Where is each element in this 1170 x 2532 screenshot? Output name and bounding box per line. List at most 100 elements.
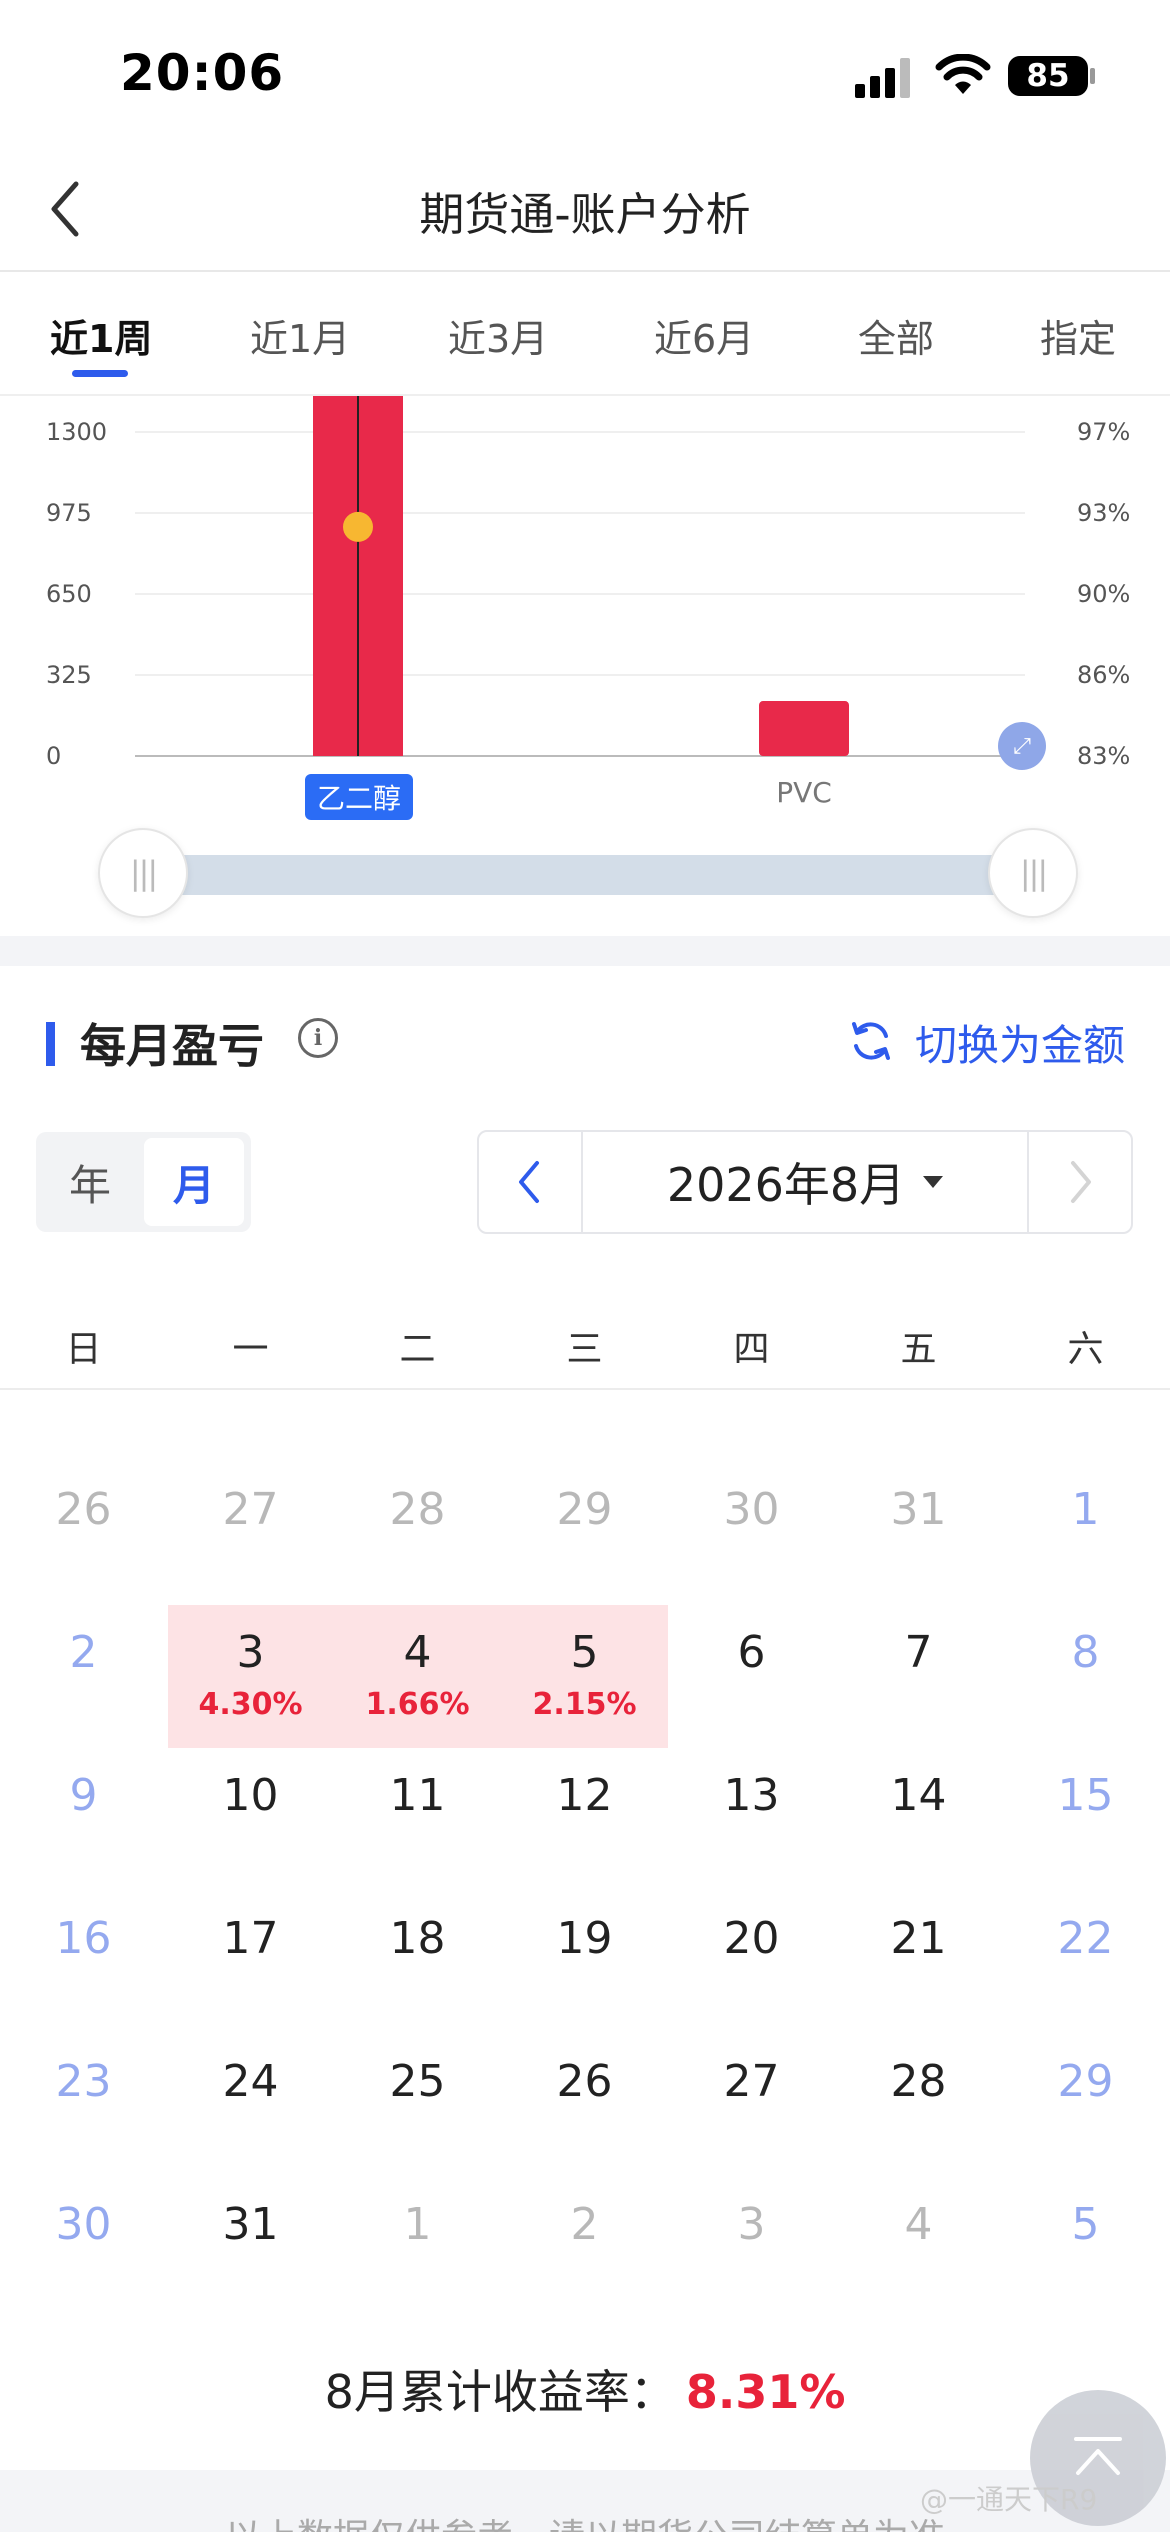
tab-1-week[interactable]: 近1周 [50,308,152,363]
y-axis-right-tick: 90% [1077,580,1130,608]
calendar-day[interactable]: 11 [334,1726,501,1869]
calendar-day[interactable]: 5 [1002,2155,1169,2298]
calendar-day[interactable]: 28 [334,1440,501,1583]
calendar-day[interactable]: 3 4.30% [167,1583,334,1726]
calendar-day[interactable]: 2 [501,2155,668,2298]
product-chart: 1300 97% 975 93% 650 90% 325 86% 0 83% 乙二醇 PVC ⤢ … [0,396,1170,936]
calendar-day[interactable]: 18 [334,1869,501,2012]
toggle-month[interactable]: 月 [144,1138,244,1226]
calendar-day[interactable]: 27 [167,1440,334,1583]
day-return: 1.66% [365,1687,470,1722]
day-number: 27 [222,1484,279,1535]
y-axis-left-tick: 325 [46,661,92,689]
calendar-day[interactable]: 10 [167,1726,334,1869]
category-label-selected[interactable]: 乙二醇 [305,774,413,820]
calendar-day[interactable]: 31 [835,1440,1002,1583]
tab-3-months[interactable]: 近3月 [448,308,548,363]
info-icon[interactable]: i [298,1018,338,1058]
toggle-year[interactable]: 年 [36,1132,144,1232]
day-number: 7 [904,1627,933,1678]
calendar-day[interactable]: 30 [0,2155,167,2298]
calendar-day[interactable]: 12 [501,1726,668,1869]
calendar-day[interactable]: 26 [501,2012,668,2155]
nav-bar: 期货通-账户分析 [0,150,1170,272]
calendar-day[interactable]: 8 [1002,1583,1169,1726]
calendar-day[interactable]: 13 [668,1726,835,1869]
calendar-day[interactable]: 23 [0,2012,167,2155]
day-number: 29 [1057,2056,1114,2107]
day-number: 21 [890,1913,947,1964]
calendar-day[interactable]: 29 [501,1440,668,1583]
day-number: 9 [69,1770,98,1821]
calendar-day[interactable]: 7 [835,1583,1002,1726]
active-tab-indicator [72,370,128,377]
day-number: 8 [1071,1627,1100,1678]
day-number: 1 [1071,1484,1100,1535]
calendar-day[interactable]: 28 [835,2012,1002,2155]
range-slider-track[interactable] [145,855,1035,895]
calendar-day[interactable]: 20 [668,1869,835,2012]
battery-cap [1090,68,1095,84]
calendar-day[interactable]: 1 [334,2155,501,2298]
calendar-day[interactable]: 19 [501,1869,668,2012]
y-axis-right-tick: 93% [1077,499,1130,527]
calendar-day[interactable]: 1 [1002,1440,1169,1583]
weekday-mon: 一 [232,1329,269,1370]
day-number: 19 [556,1913,613,1964]
calendar-day[interactable]: 16 [0,1869,167,2012]
calendar-day[interactable]: 17 [167,1869,334,2012]
month-select[interactable]: 2026年8月 [583,1132,1027,1232]
battery-level: 85 [1026,58,1070,94]
section-title: 每月盈亏 [80,1019,264,1073]
day-number: 2 [570,2199,599,2250]
calendar-day[interactable]: 26 [0,1440,167,1583]
calendar-day[interactable]: 15 [1002,1726,1169,1869]
tab-custom[interactable]: 指定 [1040,308,1116,363]
day-number: 27 [723,2056,780,2107]
category-label[interactable]: PVC [750,776,858,809]
calendar-day[interactable]: 31 [167,2155,334,2298]
tab-1-month[interactable]: 近1月 [250,308,350,363]
y-axis-left-tick: 1300 [46,418,107,446]
tab-all[interactable]: 全部 [858,308,934,363]
day-number: 3 [737,2199,766,2250]
day-number: 13 [723,1770,780,1821]
calendar-day[interactable]: 29 [1002,2012,1169,2155]
calendar-day[interactable]: 4 1.66% [334,1583,501,1726]
day-number: 31 [890,1484,947,1535]
day-number: 2 [69,1627,98,1678]
calendar-day[interactable]: 27 [668,2012,835,2155]
signal-icon [855,58,915,98]
switch-to-amount-button[interactable]: 切换为金额 [915,1012,1125,1073]
weekday-wed: 三 [566,1329,603,1370]
calendar-day[interactable]: 2 [0,1583,167,1726]
day-return: 4.30% [198,1687,303,1722]
watermark: @一通天下R9 [920,2483,1098,2516]
prev-month-button[interactable] [479,1132,583,1232]
weekday-thu: 四 [733,1329,770,1370]
day-number: 1 [403,2199,432,2250]
weekday-tue: 二 [399,1329,436,1370]
next-month-button[interactable] [1027,1132,1131,1232]
calendar-day[interactable]: 25 [334,2012,501,2155]
calendar-day[interactable]: 24 [167,2012,334,2155]
refresh-icon[interactable] [848,1018,894,1064]
status-time: 20:06 [120,44,285,102]
battery-icon: 85 [1008,56,1088,96]
range-slider-right-handle[interactable]: ||| [988,828,1078,918]
calendar-day[interactable]: 22 [1002,1869,1169,2012]
weekday-sun: 日 [65,1329,102,1370]
range-slider-left-handle[interactable]: ||| [98,828,188,918]
day-number: 15 [1057,1770,1114,1821]
calendar-day[interactable]: 30 [668,1440,835,1583]
calendar-day[interactable]: 14 [835,1726,1002,1869]
calendar-day[interactable]: 9 [0,1726,167,1869]
calendar-day[interactable]: 21 [835,1869,1002,2012]
expand-icon[interactable]: ⤢ [998,722,1046,770]
calendar-day[interactable]: 4 [835,2155,1002,2298]
calendar-day[interactable]: 5 2.15% [501,1583,668,1726]
calendar-day[interactable]: 3 [668,2155,835,2298]
tab-6-months[interactable]: 近6月 [654,308,754,363]
calendar-day[interactable]: 6 [668,1583,835,1726]
y-axis-right-tick: 83% [1077,742,1130,770]
